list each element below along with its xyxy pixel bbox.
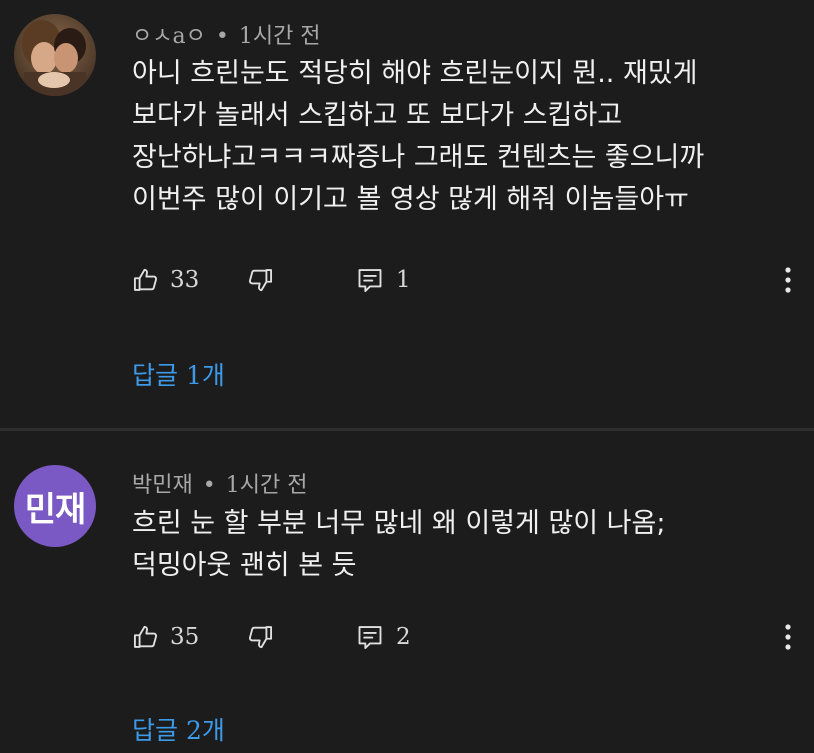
comment: 민재 (0, 431, 814, 753)
view-replies-link[interactable]: 답글 1개 (132, 356, 225, 392)
reply-count: 1 (396, 267, 411, 293)
like-button[interactable]: 35 (132, 619, 199, 655)
comment-line: 보다가 놀래서 스킵하고 또 보다가 스킵하고 (132, 100, 623, 131)
comment-text: 아니 흐린눈도 적당히 해야 흐린눈이지 뭔.. 재밌게 보다가 놀래서 스킵하… (132, 53, 792, 221)
like-button[interactable]: 33 (132, 262, 199, 298)
comment-line: 흐린 눈 할 부분 너무 많네 왜 이렇게 많이 나옴; (132, 508, 666, 539)
meta-separator: • (215, 24, 229, 49)
avatar[interactable] (14, 14, 96, 96)
comment-meta: 박민재 • 1시간 전 (132, 467, 307, 499)
dislike-button[interactable] (246, 262, 274, 298)
reply-count: 2 (396, 624, 411, 650)
thumbs-up-icon (133, 268, 158, 291)
like-count: 35 (170, 624, 200, 650)
more-options-button[interactable] (776, 619, 800, 655)
comment: ㅇㅅaㅇ • 1시간 전 아니 흐린눈도 적당히 해야 흐린눈이지 뭔.. 재밌게 … (0, 0, 814, 428)
more-vertical-icon (785, 267, 791, 293)
reply-button[interactable]: 1 (356, 262, 411, 298)
like-count: 33 (170, 267, 200, 293)
user-photo-avatar-icon (14, 14, 96, 96)
thumbs-down-icon (248, 269, 273, 292)
comment-icon (358, 269, 382, 293)
comment-line: 장난하냐고ㅋㅋㅋ짜증나 그래도 컨텐츠는 좋으니까 (132, 142, 705, 173)
comment-actions: 33 1 (132, 262, 804, 298)
more-vertical-icon (785, 624, 791, 650)
comment-actions: 35 2 (132, 619, 804, 655)
thumbs-up-icon (133, 625, 158, 648)
reply-button[interactable]: 2 (356, 619, 411, 655)
author-name[interactable]: ㅇㅅaㅇ (132, 24, 206, 49)
comment-time: 1시간 전 (225, 473, 308, 498)
thumbs-down-icon (248, 626, 273, 649)
comment-line: 이번주 많이 이기고 볼 영상 많게 해줘 이놈들아ㅠ (132, 184, 689, 215)
comment-line: 아니 흐린눈도 적당히 해야 흐린눈이지 뭔.. 재밌게 (132, 58, 698, 89)
comment-meta: ㅇㅅaㅇ • 1시간 전 (132, 18, 321, 50)
comment-text: 흐린 눈 할 부분 너무 많네 왜 이렇게 많이 나옴; 덕밍아웃 괜히 본 듯 (132, 503, 792, 587)
view-replies-link[interactable]: 답글 2개 (132, 711, 225, 747)
author-name[interactable]: 박민재 (132, 473, 193, 498)
meta-separator: • (202, 473, 216, 498)
more-options-button[interactable] (776, 262, 800, 298)
avatar[interactable]: 민재 (14, 465, 96, 547)
comment-icon (358, 626, 382, 650)
dislike-button[interactable] (246, 619, 274, 655)
comment-time: 1시간 전 (238, 24, 321, 49)
comment-line: 덕밍아웃 괜히 본 듯 (132, 550, 357, 581)
